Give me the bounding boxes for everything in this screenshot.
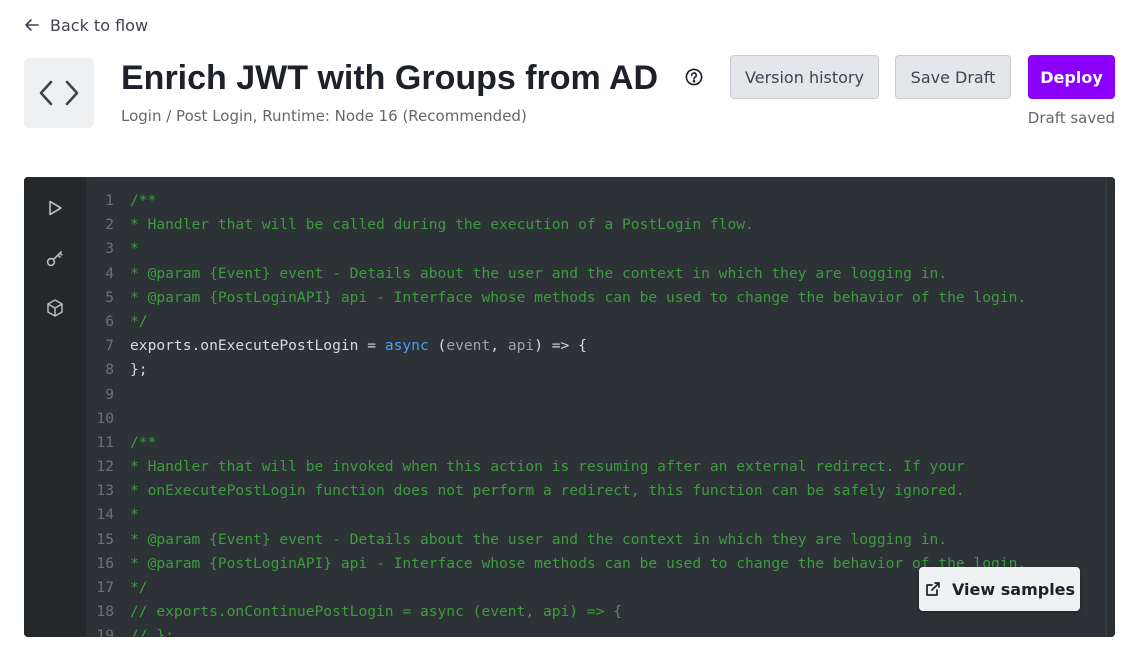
line-text: /** [130,431,156,455]
line-text: * @param {Event} event - Details about t… [130,528,947,552]
line-number: 3 [105,240,114,258]
code-token: ) => { [534,337,587,355]
line-text: // exports.onContinuePostLogin = async (… [130,600,622,624]
action-code-icon [24,58,94,128]
code-line[interactable]: 14 * [86,503,1107,527]
line-number: 18 [96,603,114,621]
action-trigger-runtime: Login / Post Login, Runtime: Node 16 (Re… [121,107,527,125]
line-text: exports.onExecutePostLogin = async (even… [130,334,587,358]
line-text: * @param {Event} event - Details about t… [130,262,947,286]
line-number: 16 [96,554,114,572]
code-token: // exports.onContinuePostLogin = async (… [130,603,623,621]
code-line[interactable]: 15 * @param {Event} event - Details about… [86,528,1107,552]
editor-scrollbar[interactable] [1106,177,1115,637]
code-token: */ [130,579,148,596]
code-token: /** [130,192,157,209]
code-token: }; [130,361,148,379]
question-circle-icon[interactable] [684,67,704,87]
code-line[interactable]: 8}; [86,358,1107,382]
code-line[interactable]: 19 // }; [86,624,1107,637]
code-line[interactable]: 2 * Handler that will be called during th… [86,213,1107,237]
line-number: 1 [105,192,114,209]
code-token: event [446,337,491,355]
line-number: 11 [96,433,114,451]
code-line[interactable]: 10 [86,407,1107,431]
code-line[interactable]: 6 */ [86,310,1107,334]
code-line[interactable]: 11 /** [86,431,1107,455]
line-text: * [130,237,139,261]
external-link-icon [926,582,940,596]
line-text: * @param {PostLoginAPI} api - Interface … [130,286,1026,310]
line-number: 2 [105,216,114,234]
code-token: * @param {PostLoginAPI} api - Interface … [130,554,1027,572]
deploy-button[interactable]: Deploy [1028,55,1115,99]
save-draft-button[interactable]: Save Draft [895,55,1011,99]
line-number: 4 [105,264,114,282]
line-number: 6 [105,312,114,330]
code-line[interactable]: 5 * @param {PostLoginAPI} api - Interface… [86,286,1107,310]
code-token: api [507,337,535,355]
line-number: 15 [96,530,114,548]
line-text: * @param {PostLoginAPI} api - Interface … [130,552,1026,576]
line-text: * Handler that will be invoked when this… [130,455,965,479]
back-to-flow-link[interactable]: Back to flow [24,14,148,36]
editor-sidebar [24,177,86,637]
page-title: Enrich JWT with Groups from AD [121,59,659,97]
line-number: 8 [105,361,114,379]
code-token: * @param {Event} event - Details about t… [130,264,948,282]
line-number: 17 [96,579,114,596]
line-text: }; [130,358,148,382]
line-number: 9 [105,385,114,403]
line-text: // }; [130,624,174,637]
code-token: exports.onExecutePostLogin = [130,337,385,355]
code-token: * Handler that will be invoked when this… [130,458,965,476]
code-token: ( [428,337,447,355]
code-token: * @param {PostLoginAPI} api - Interface … [130,288,1027,306]
line-number: 7 [105,337,114,355]
code-token: */ [130,312,148,330]
key-icon[interactable] [40,243,70,273]
view-samples-button[interactable]: View samples [919,567,1080,611]
code-token: // }; [130,627,174,637]
code-token: * [130,240,139,258]
code-line[interactable]: 12 * Handler that will be invoked when th… [86,455,1107,479]
code-line[interactable]: 3 * [86,237,1107,261]
arrow-left-icon [25,19,39,31]
line-text: */ [130,576,148,600]
view-samples-label: View samples [951,579,1076,599]
code-line[interactable]: 1 /** [86,189,1107,213]
code-token: * @param {Event} event - Details about t… [130,530,948,548]
line-text: * Handler that will be called during the… [130,213,754,237]
code-token: * onExecutePostLogin function does not p… [130,482,965,500]
line-text: * [130,503,139,527]
line-number: 13 [96,482,114,500]
code-token: , [490,337,508,355]
line-text: /** [130,189,156,213]
code-token: * Handler that will be called during the… [130,216,754,234]
line-number: 14 [96,506,114,524]
code-token: async [384,337,429,355]
package-icon[interactable] [40,293,70,323]
code-line[interactable]: 4 * @param {Event} event - Details about … [86,262,1107,286]
line-number: 10 [96,409,114,427]
line-number: 12 [96,458,114,476]
play-icon[interactable] [40,193,70,223]
code-line[interactable]: 13 * onExecutePostLogin function does not… [86,479,1107,503]
code-token: /** [130,433,157,451]
line-number: 5 [105,288,114,306]
line-number: 19 [96,627,114,637]
line-text: */ [130,310,148,334]
code-token: * [130,506,139,524]
code-line[interactable]: 9 [86,383,1107,407]
line-text: * onExecutePostLogin function does not p… [130,479,965,503]
draft-status-text: Draft saved [1027,109,1115,127]
back-to-flow-label: Back to flow [50,15,149,35]
code-line[interactable]: 7 exports.onExecutePostLogin = async (eve… [86,334,1107,358]
version-history-button[interactable]: Version history [730,55,879,99]
